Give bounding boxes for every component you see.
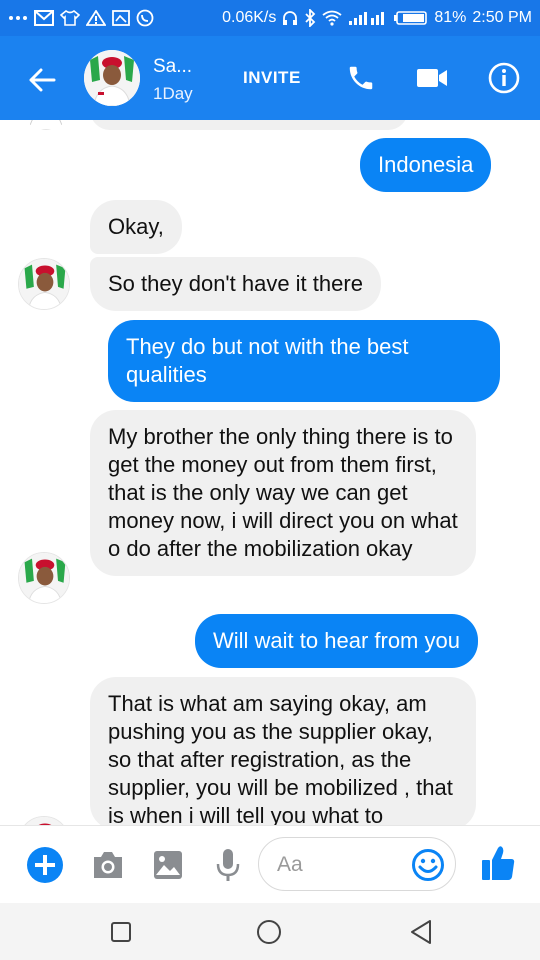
- message-bubble-partial: [90, 120, 408, 130]
- home-button[interactable]: [256, 919, 282, 945]
- network-speed: 0.06K/s: [222, 9, 277, 26]
- message-incoming[interactable]: So they don't have it there: [90, 257, 381, 311]
- warning-icon: [86, 10, 106, 26]
- notification-icons: [8, 9, 154, 27]
- contact-avatar[interactable]: [18, 258, 70, 310]
- contact-avatar-partial: [20, 120, 72, 130]
- emoji-button[interactable]: [411, 848, 445, 882]
- signal-bars-icon: [348, 10, 388, 26]
- video-camera-icon: [417, 69, 447, 87]
- message-incoming[interactable]: That is what am saying okay, am pushing …: [90, 677, 476, 825]
- battery-icon: [394, 10, 428, 26]
- triangle-back-icon: [411, 920, 431, 944]
- battery-level: 81%: [434, 9, 467, 26]
- contact-avatar[interactable]: [84, 50, 140, 106]
- voice-message-button[interactable]: [212, 846, 244, 884]
- shirt-icon: [60, 10, 80, 26]
- chat-header: Sa... 1Day INVITE: [0, 36, 540, 120]
- camera-button[interactable]: [90, 848, 126, 882]
- message-outgoing[interactable]: Indonesia: [360, 138, 492, 192]
- contact-last-active: 1Day: [153, 84, 193, 103]
- phone-icon: [349, 66, 373, 90]
- thumbs-up-icon: [482, 846, 515, 880]
- message-input[interactable]: [277, 850, 407, 880]
- clock: 2:50 PM: [472, 9, 532, 26]
- microphone-icon: [216, 849, 240, 881]
- plus-icon: [27, 847, 63, 883]
- conversation-info-button[interactable]: [486, 60, 522, 96]
- circle-icon: [257, 920, 281, 944]
- recents-button[interactable]: [108, 919, 134, 945]
- back-button[interactable]: [22, 60, 62, 100]
- system-indicators: 0.06K/s 81% 2:50 PM: [222, 9, 532, 27]
- whatsapp-icon: [136, 9, 154, 27]
- voice-call-button[interactable]: [343, 60, 379, 96]
- more-dots-icon: [8, 14, 28, 22]
- wifi-icon: [322, 10, 342, 26]
- status-bar: 0.06K/s 81% 2:50 PM: [0, 0, 540, 36]
- contact-avatar[interactable]: [18, 552, 70, 604]
- screenshot-icon: [112, 10, 130, 26]
- message-input-wrapper: [258, 837, 456, 891]
- like-button[interactable]: [478, 842, 518, 884]
- more-actions-button[interactable]: [26, 846, 64, 884]
- message-composer: [0, 825, 540, 903]
- camera-icon: [94, 852, 122, 878]
- contact-avatar-partial: [18, 816, 70, 825]
- back-nav-button[interactable]: [408, 919, 434, 945]
- message-list[interactable]: Indonesia Okay, So they don't have it th…: [0, 120, 540, 825]
- arrow-left-icon: [29, 68, 56, 92]
- invite-button[interactable]: INVITE: [243, 68, 301, 88]
- smiley-icon: [412, 849, 444, 881]
- android-nav-bar: [0, 903, 540, 960]
- square-icon: [111, 922, 131, 942]
- video-call-button[interactable]: [412, 60, 452, 96]
- bluetooth-icon: [304, 9, 316, 27]
- message-outgoing[interactable]: Will wait to hear from you: [195, 614, 478, 668]
- message-incoming[interactable]: Okay,: [90, 200, 182, 254]
- message-outgoing[interactable]: They do but not with the best qualities: [108, 320, 500, 402]
- contact-name[interactable]: Sa...: [153, 56, 192, 78]
- message-incoming[interactable]: My brother the only thing there is to ge…: [90, 410, 476, 576]
- image-icon: [154, 851, 182, 879]
- info-icon: [488, 62, 520, 94]
- gmail-icon: [34, 10, 54, 26]
- gallery-button[interactable]: [151, 848, 185, 882]
- headphones-icon: [282, 10, 298, 26]
